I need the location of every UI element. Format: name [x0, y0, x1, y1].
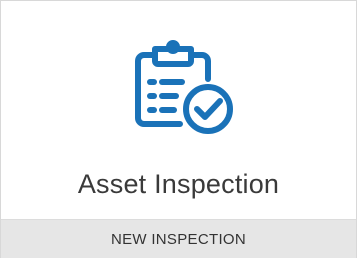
card-title: Asset Inspection [77, 169, 280, 199]
new-inspection-button[interactable]: NEW INSPECTION [1, 219, 356, 258]
clipboard-check-icon [130, 39, 240, 139]
asset-inspection-card[interactable]: Asset Inspection NEW INSPECTION [0, 0, 357, 258]
new-inspection-label: NEW INSPECTION [110, 230, 247, 248]
